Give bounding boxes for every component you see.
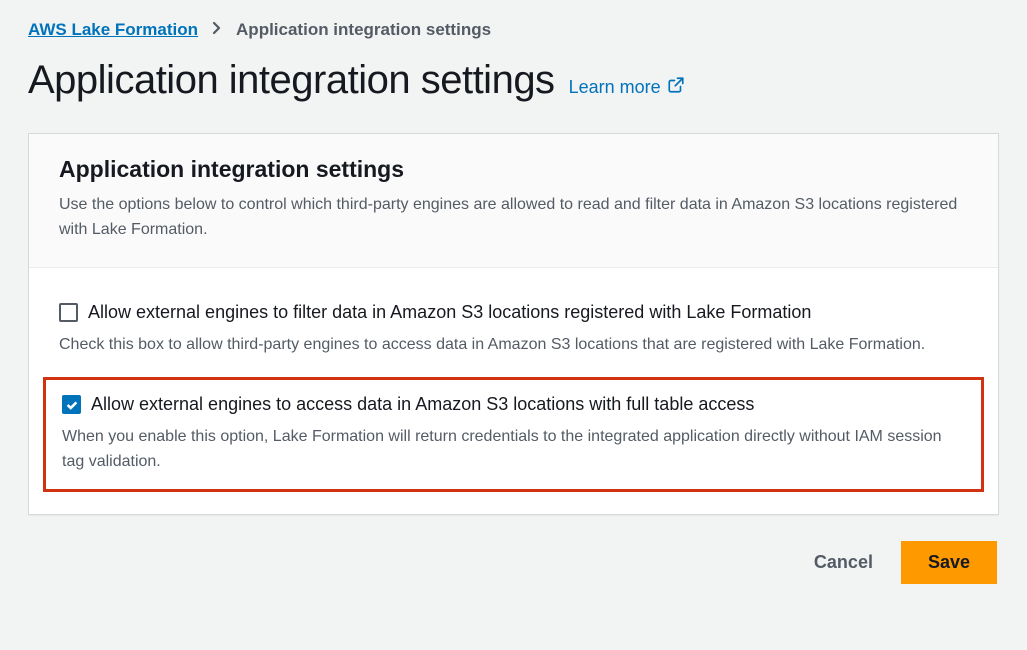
cancel-button[interactable]: Cancel	[808, 542, 879, 583]
breadcrumb-root-link[interactable]: AWS Lake Formation	[28, 20, 198, 40]
chevron-right-icon	[212, 21, 222, 40]
option-filter-description: Check this box to allow third-party engi…	[59, 333, 968, 358]
settings-panel: Application integration settings Use the…	[28, 133, 999, 515]
breadcrumb-current: Application integration settings	[236, 20, 491, 40]
page-header: Application integration settings Learn m…	[28, 58, 999, 103]
external-link-icon	[667, 76, 685, 99]
save-button[interactable]: Save	[901, 541, 997, 584]
checkbox-filter-data[interactable]	[59, 303, 78, 322]
learn-more-label: Learn more	[569, 77, 661, 98]
checkbox-full-table-access[interactable]	[62, 395, 81, 414]
panel-title: Application integration settings	[59, 156, 968, 183]
page-title: Application integration settings	[28, 58, 555, 103]
option-full-access-label: Allow external engines to access data in…	[91, 394, 754, 415]
panel-description: Use the options below to control which t…	[59, 193, 968, 243]
option-filter-label: Allow external engines to filter data in…	[88, 302, 811, 323]
option-full-table-access: Allow external engines to access data in…	[43, 377, 984, 492]
option-filter-data: Allow external engines to filter data in…	[43, 288, 984, 372]
checkmark-icon	[65, 398, 79, 412]
panel-body: Allow external engines to filter data in…	[29, 268, 998, 514]
option-full-access-description: When you enable this option, Lake Format…	[62, 425, 965, 475]
panel-header: Application integration settings Use the…	[29, 134, 998, 268]
action-bar: Cancel Save	[28, 541, 999, 584]
learn-more-link[interactable]: Learn more	[569, 76, 685, 99]
breadcrumb: AWS Lake Formation Application integrati…	[28, 20, 999, 40]
